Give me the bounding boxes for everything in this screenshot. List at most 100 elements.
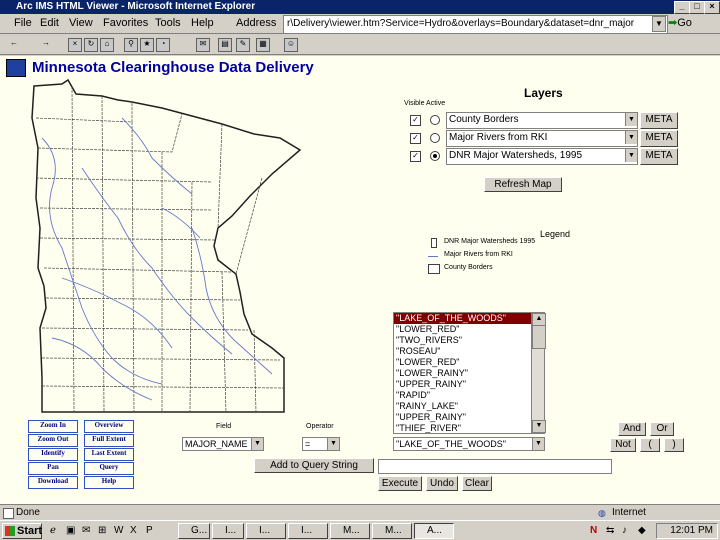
menu-edit[interactable]: Edit [40,17,59,29]
quicklaunch-ppt-icon[interactable]: P [146,525,153,536]
map-view[interactable] [22,78,384,416]
pan-button[interactable]: Pan [28,462,78,475]
meta-button[interactable]: META [640,130,678,147]
list-item[interactable]: "THIEF_RIVER" [394,423,544,433]
quicklaunch-desktop-icon[interactable]: ▣ [66,525,75,536]
scroll-down-icon[interactable]: ▼ [532,420,546,433]
maximize-button[interactable]: □ [689,1,705,14]
scroll-thumb[interactable] [532,325,546,349]
tray-norton-icon[interactable]: N [590,525,597,536]
stop-icon[interactable]: × [68,38,82,52]
go-button[interactable]: ➡Go [668,16,692,29]
back-arrow-icon[interactable]: ← [8,38,20,50]
full-extent-button[interactable]: Full Extent [84,434,134,447]
menu-favorites[interactable]: Favorites [103,17,148,29]
search-icon[interactable]: ⚲ [124,38,138,52]
layer-visible-checkbox[interactable]: ✓ [410,115,421,126]
favorites-icon[interactable]: ★ [140,38,154,52]
open-paren-button[interactable]: ( [640,438,660,452]
layer-name: DNR Major Watersheds, 1995 [449,150,583,161]
window-title-bar: Arc IMS HTML Viewer - Microsoft Internet… [0,0,720,14]
list-item[interactable]: "LOWER_RAINY" [394,368,544,379]
list-item[interactable]: "RAINY_LAKE" [394,401,544,412]
quicklaunch-excel-icon[interactable]: X [130,525,137,536]
chevron-down-icon: ▼ [625,113,637,126]
tray-app-icon[interactable]: ◆ [638,525,646,536]
address-dropdown-icon[interactable]: ▼ [652,16,666,32]
add-to-query-button[interactable]: Add to Query String [254,458,374,473]
task-button[interactable]: G... [178,523,210,539]
quicklaunch-word-icon[interactable]: W [114,525,123,536]
mail-icon[interactable]: ✉ [196,38,210,52]
close-paren-button[interactable]: ) [664,438,684,452]
and-button[interactable]: And [618,422,646,436]
undo-button[interactable]: Undo [426,476,458,491]
last-extent-button[interactable]: Last Extent [84,448,134,461]
menu-tools[interactable]: Tools [155,17,181,29]
list-item[interactable]: "LAKE_OF_THE_WOODS" [394,313,544,324]
start-button[interactable]: Start [2,523,42,539]
menu-view[interactable]: View [69,17,93,29]
list-item[interactable]: "RAPID" [394,390,544,401]
download-button[interactable]: Download [28,476,78,489]
layer-select[interactable]: Major Rivers from RKI ▼ [446,130,638,147]
list-item[interactable]: "ROSEAU" [394,346,544,357]
task-button[interactable]: I... [212,523,244,539]
listbox-scrollbar[interactable]: ▲ ▼ [531,313,546,433]
list-item[interactable]: "LOWER_RED" [394,357,544,368]
meta-button[interactable]: META [640,112,678,129]
layer-visible-checkbox[interactable]: ✓ [410,133,421,144]
layer-select[interactable]: County Borders ▼ [446,112,638,129]
help-button[interactable]: Help [84,476,134,489]
layer-active-radio[interactable] [430,151,440,161]
layer-active-radio[interactable] [430,133,440,143]
quicklaunch-app-icon[interactable]: ⊞ [98,525,106,536]
minimize-button[interactable]: _ [674,1,690,14]
not-button[interactable]: Not [610,438,636,452]
task-button[interactable]: I... [246,523,286,539]
task-button[interactable]: M... [330,523,370,539]
refresh-map-button[interactable]: Refresh Map [484,177,562,192]
history-icon[interactable]: ◔ [156,38,170,52]
field-select[interactable]: MAJOR_NAME ▼ [182,437,264,451]
print-icon[interactable]: ▤ [218,38,232,52]
execute-button[interactable]: Execute [378,476,422,491]
layer-visible-checkbox[interactable]: ✓ [410,151,421,162]
discuss-icon[interactable]: ▦ [256,38,270,52]
list-item[interactable]: "LOWER_RED" [394,324,544,335]
menu-file[interactable]: File [14,17,32,29]
zoom-in-button[interactable]: Zoom In [28,420,78,433]
or-button[interactable]: Or [650,422,674,436]
list-item[interactable]: "TWO_RIVERS" [394,335,544,346]
close-button[interactable]: × [704,1,720,14]
layer-active-radio[interactable] [430,115,440,125]
zoom-out-button[interactable]: Zoom Out [28,434,78,447]
quicklaunch-outlook-icon[interactable]: ✉ [82,525,90,536]
tray-network-icon[interactable]: ⇆ [606,525,614,536]
operator-select[interactable]: = ▼ [302,437,340,451]
query-string-input[interactable] [378,459,612,474]
identify-button[interactable]: Identify [28,448,78,461]
value-listbox[interactable]: "LAKE_OF_THE_WOODS" "LOWER_RED" "TWO_RIV… [393,312,545,434]
quicklaunch-ie-icon[interactable]: ℯ [50,525,56,536]
value-select[interactable]: "LAKE_OF_THE_WOODS" ▼ [393,437,545,451]
home-icon[interactable]: ⌂ [100,38,114,52]
task-button[interactable]: M... [372,523,412,539]
overview-button[interactable]: Overview [84,420,134,433]
edit-icon[interactable]: ✎ [236,38,250,52]
meta-button[interactable]: META [640,148,678,165]
task-button[interactable]: A... [414,523,454,539]
address-field[interactable]: r\Delivery\viewer.htm?Service=Hydro&over… [283,15,668,34]
forward-arrow-icon[interactable]: → [40,38,52,50]
clear-button[interactable]: Clear [462,476,492,491]
task-button[interactable]: I... [288,523,328,539]
layer-select[interactable]: DNR Major Watersheds, 1995 ▼ [446,148,638,165]
query-button[interactable]: Query [84,462,134,475]
refresh-icon[interactable]: ↻ [84,38,98,52]
tray-speaker-icon[interactable]: ♪ [622,525,627,536]
app-title: Minnesota Clearinghouse Data Delivery [32,59,314,76]
menu-help[interactable]: Help [191,17,214,29]
list-item[interactable]: "UPPER_RAINY" [394,379,544,390]
list-item[interactable]: "UPPER_RAINY" [394,412,544,423]
messenger-icon[interactable]: ☺ [284,38,298,52]
